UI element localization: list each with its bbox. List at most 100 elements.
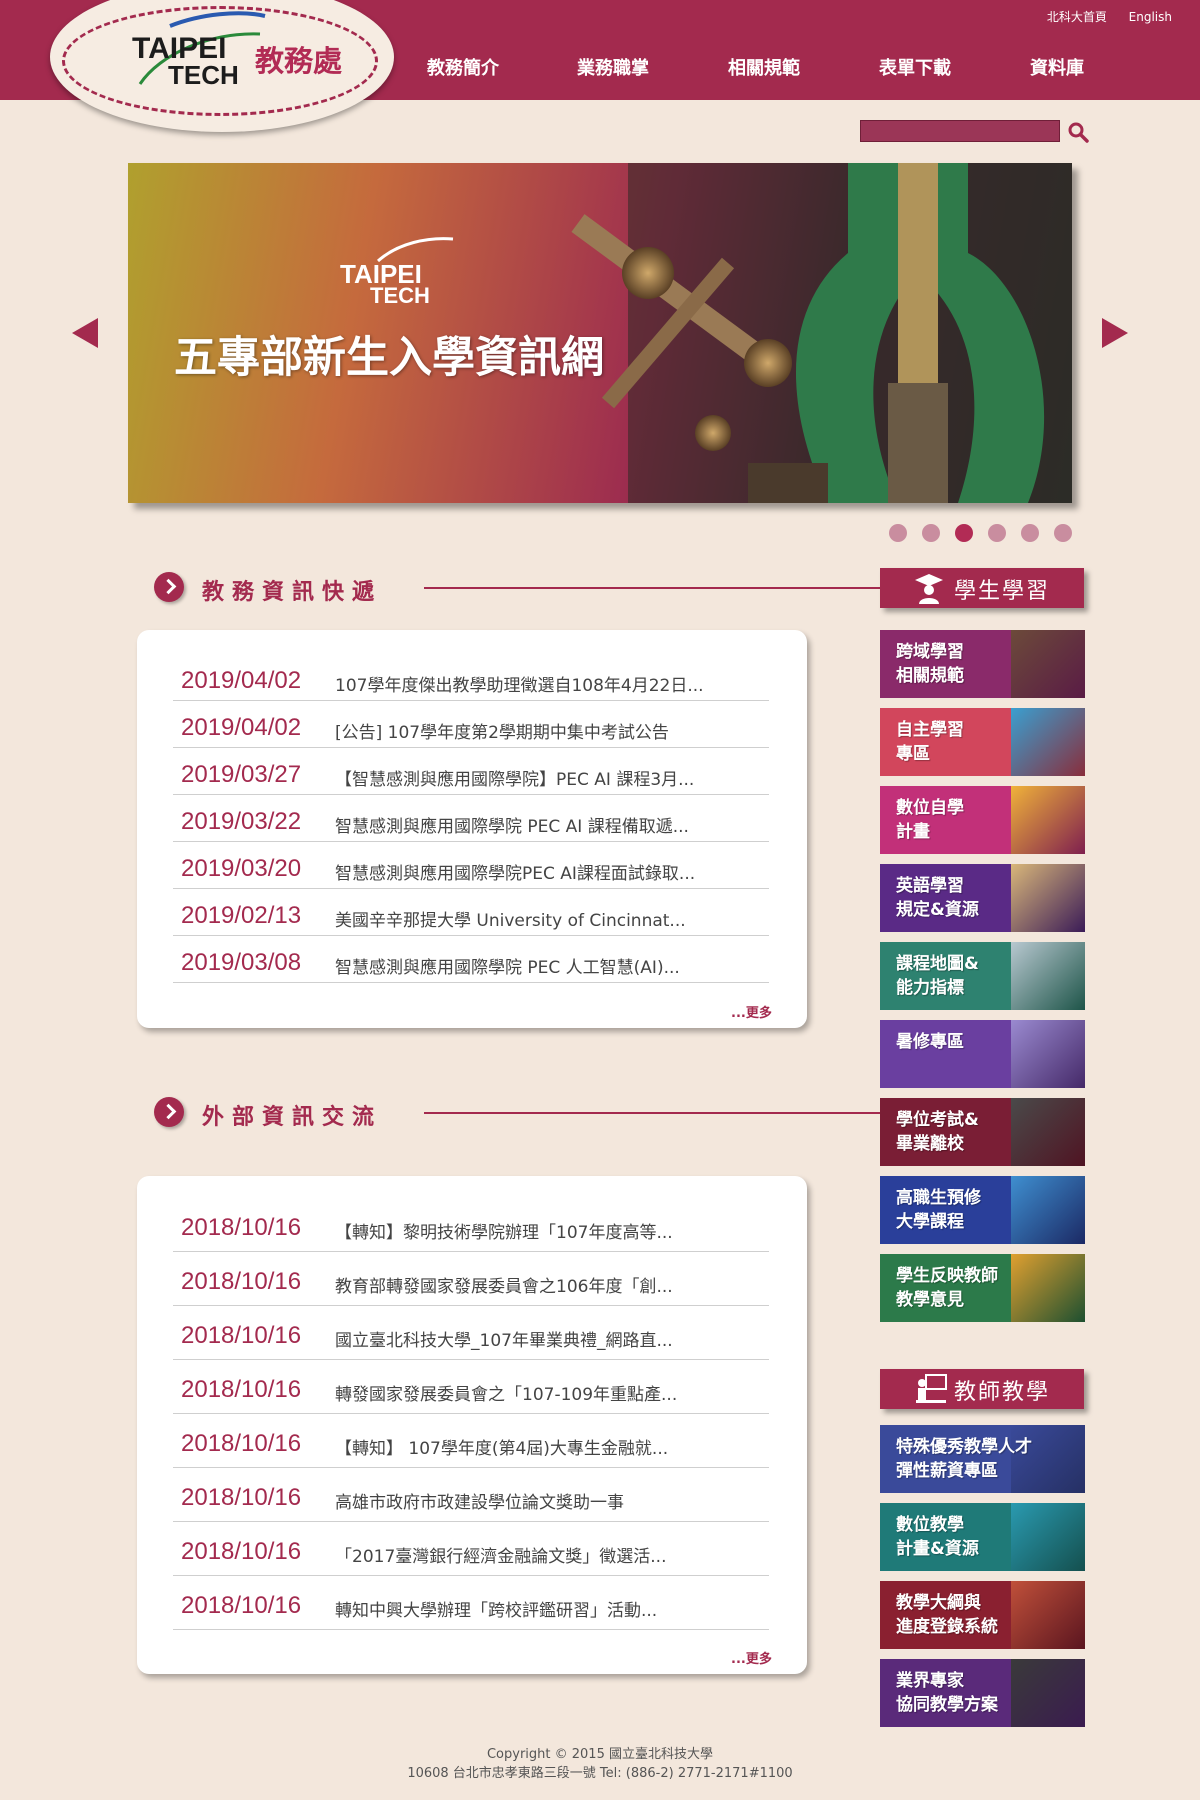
sidebar-item-industry-expert[interactable]: 業界專家 協同教學方案 — [880, 1659, 1085, 1727]
section-title: 教務資訊快遞 — [202, 580, 383, 605]
sidebar-item-syllabus-system[interactable]: 教學大綱與 進度登錄系統 — [880, 1581, 1085, 1649]
news-item[interactable]: 2019/04/02 107學年度傑出教學助理徵選自108年4月22日... — [173, 660, 769, 701]
news-title: 【轉知】黎明技術學院辦理「107年度高等... — [335, 1223, 673, 1243]
graduate-icon — [915, 574, 943, 604]
footer-address: 10608 台北市忠孝東路三段一號 Tel: (886-2) 2771-2171… — [407, 1766, 793, 1781]
news-date: 2019/03/27 — [181, 761, 302, 788]
news-item[interactable]: 2018/10/16 轉知中興大學辦理「跨校評鑑研習」活動... — [173, 1584, 769, 1630]
nav-item-regulations[interactable]: 相關規範 — [728, 54, 800, 80]
sidebar-item-teaching-feedback[interactable]: 學生反映教師 教學意見 — [880, 1254, 1085, 1322]
news-date: 2018/10/16 — [181, 1214, 302, 1241]
chevron-right-icon — [154, 572, 184, 602]
news-title: 智慧感測與應用國際學院 PEC AI 課程備取遞... — [335, 817, 689, 837]
sidebar-item-digital-self-study[interactable]: 數位自學 計畫 — [880, 786, 1085, 854]
sidebar-item-summer-school[interactable]: 暑修專區 — [880, 1020, 1085, 1088]
banner-dot-5[interactable] — [1021, 524, 1039, 542]
tile-image — [1011, 1503, 1085, 1571]
tile-label: 自主學習 專區 — [896, 720, 964, 764]
news-date: 2018/10/16 — [181, 1484, 302, 1511]
sidebar-item-degree-exam[interactable]: 學位考試& 畢業離校 — [880, 1098, 1085, 1166]
news-date: 2018/10/16 — [181, 1268, 302, 1295]
news-title: 轉知中興大學辦理「跨校評鑑研習」活動... — [335, 1601, 658, 1621]
news-item[interactable]: 2018/10/16 教育部轉發國家發展委員會之106年度「創... — [173, 1260, 769, 1306]
search-input[interactable] — [860, 120, 1060, 142]
news-item[interactable]: 2018/10/16 國立臺北科技大學_107年畢業典禮_網路直... — [173, 1314, 769, 1360]
news-date: 2018/10/16 — [181, 1538, 302, 1565]
news-item[interactable]: 2018/10/16 【轉知】 107學年度(第4屆)大專生金融就... — [173, 1422, 769, 1468]
tile-label: 課程地圖& 能力指標 — [896, 954, 979, 998]
section-academic-news-heading: 教務資訊快遞 — [154, 572, 954, 605]
sidebar-item-flexible-salary[interactable]: 特殊優秀教學人才 彈性薪資專區 — [880, 1425, 1085, 1493]
news-item[interactable]: 2018/10/16 【轉知】黎明技術學院辦理「107年度高等... — [173, 1206, 769, 1252]
teacher-icon — [916, 1374, 947, 1403]
news-title: 智慧感測與應用國際學院 PEC 人工智慧(AI)... — [335, 958, 680, 978]
tile-label: 跨域學習 相關規範 — [896, 642, 964, 686]
nav-item-forms[interactable]: 表單下載 — [879, 54, 951, 80]
site-logo[interactable]: TAIPEI TECH 教務處 — [50, 0, 394, 132]
banner-prev-button[interactable] — [72, 318, 98, 348]
tile-label: 暑修專區 — [896, 1032, 964, 1052]
news-item[interactable]: 2019/03/20 智慧感測與應用國際學院PEC AI課程面試錄取... — [173, 848, 769, 889]
news-title: 教育部轉發國家發展委員會之106年度「創... — [335, 1277, 673, 1297]
nav-item-database[interactable]: 資料庫 — [1030, 54, 1084, 80]
news-item[interactable]: 2018/10/16 「2017臺灣銀行經濟金融論文獎」徵選活... — [173, 1530, 769, 1576]
sidebar-item-digital-teaching[interactable]: 數位教學 計畫&資源 — [880, 1503, 1085, 1571]
tile-image — [1011, 1020, 1085, 1088]
news-item[interactable]: 2019/02/13 美國辛辛那提大學 University of Cincin… — [173, 895, 769, 936]
news-title: 美國辛辛那提大學 University of Cincinnat... — [335, 911, 686, 931]
banner-slide[interactable]: TAIPEI TECH 五專部新生入學資訊網 — [128, 163, 1072, 503]
more-link[interactable]: ...更多 — [731, 1648, 772, 1667]
tile-label: 學生反映教師 教學意見 — [896, 1266, 998, 1310]
banner-dot-3[interactable] — [955, 524, 973, 542]
news-title: 國立臺北科技大學_107年畢業典禮_網路直... — [335, 1331, 673, 1351]
news-title: 【智慧感測與應用國際學院】PEC AI 課程3月... — [335, 770, 695, 790]
news-date: 2018/10/16 — [181, 1376, 302, 1403]
tile-label: 特殊優秀教學人才 彈性薪資專區 — [896, 1437, 1032, 1481]
news-date: 2019/04/02 — [181, 667, 302, 694]
tile-image — [1011, 630, 1085, 698]
news-item[interactable]: 2019/03/27 【智慧感測與應用國際學院】PEC AI 課程3月... — [173, 754, 769, 795]
banner-logo-tech: TECH — [370, 283, 430, 308]
banner-dot-2[interactable] — [922, 524, 940, 542]
section-external-news-heading: 外部資訊交流 — [154, 1097, 954, 1130]
news-title: [公告] 107學年度第2學期期中集中考試公告 — [335, 723, 669, 743]
nav-item-about[interactable]: 教務簡介 — [427, 54, 499, 80]
sidebar-student-heading: 學生學習 — [880, 568, 1084, 608]
news-date: 2018/10/16 — [181, 1430, 302, 1457]
news-date: 2019/03/22 — [181, 808, 302, 835]
banner-next-button[interactable] — [1102, 318, 1128, 348]
sidebar-item-vocational-precourse[interactable]: 高職生預修 大學課程 — [880, 1176, 1085, 1244]
banner-dot-6[interactable] — [1054, 524, 1072, 542]
nav-item-duties[interactable]: 業務職掌 — [577, 54, 649, 80]
tile-image — [1011, 1659, 1085, 1727]
news-title: 轉發國家發展委員會之「107-109年重點產... — [335, 1385, 678, 1405]
news-item[interactable]: 2019/04/02 [公告] 107學年度第2學期期中集中考試公告 — [173, 707, 769, 748]
sidebar-item-self-learning[interactable]: 自主學習 專區 — [880, 708, 1085, 776]
news-item[interactable]: 2018/10/16 轉發國家發展委員會之「107-109年重點產... — [173, 1368, 769, 1414]
sidebar-item-english[interactable]: 英語學習 規定&資源 — [880, 864, 1085, 932]
logo-text-tech: TECH — [168, 60, 239, 90]
news-title: 「2017臺灣銀行經濟金融論文獎」徵選活... — [335, 1547, 667, 1567]
news-date: 2018/10/16 — [181, 1322, 302, 1349]
tile-image — [1011, 942, 1085, 1010]
tile-image — [1011, 1098, 1085, 1166]
tile-label: 數位自學 計畫 — [896, 798, 964, 842]
news-item[interactable]: 2019/03/08 智慧感測與應用國際學院 PEC 人工智慧(AI)... — [173, 942, 769, 983]
news-title: 【轉知】 107學年度(第4屆)大專生金融就... — [335, 1439, 669, 1459]
top-links: 北科大首頁 English — [1029, 8, 1172, 25]
search-icon[interactable] — [1066, 120, 1090, 144]
link-english[interactable]: English — [1129, 10, 1172, 24]
tile-image — [1011, 1581, 1085, 1649]
banner-dot-1[interactable] — [889, 524, 907, 542]
banner-dot-4[interactable] — [988, 524, 1006, 542]
sidebar-item-cross-domain[interactable]: 跨域學習 相關規範 — [880, 630, 1085, 698]
chevron-right-icon — [154, 1097, 184, 1127]
sidebar-title: 學生學習 — [954, 579, 1051, 604]
news-item[interactable]: 2018/10/16 高雄市政府市政建設學位論文獎助一事 — [173, 1476, 769, 1522]
tile-image — [1011, 1176, 1085, 1244]
external-news-panel: 2018/10/16 【轉知】黎明技術學院辦理「107年度高等... 2018/… — [137, 1176, 807, 1674]
news-item[interactable]: 2019/03/22 智慧感測與應用國際學院 PEC AI 課程備取遞... — [173, 801, 769, 842]
sidebar-item-course-map[interactable]: 課程地圖& 能力指標 — [880, 942, 1085, 1010]
link-ntut-home[interactable]: 北科大首頁 — [1047, 10, 1107, 24]
more-link[interactable]: ...更多 — [731, 1002, 772, 1021]
